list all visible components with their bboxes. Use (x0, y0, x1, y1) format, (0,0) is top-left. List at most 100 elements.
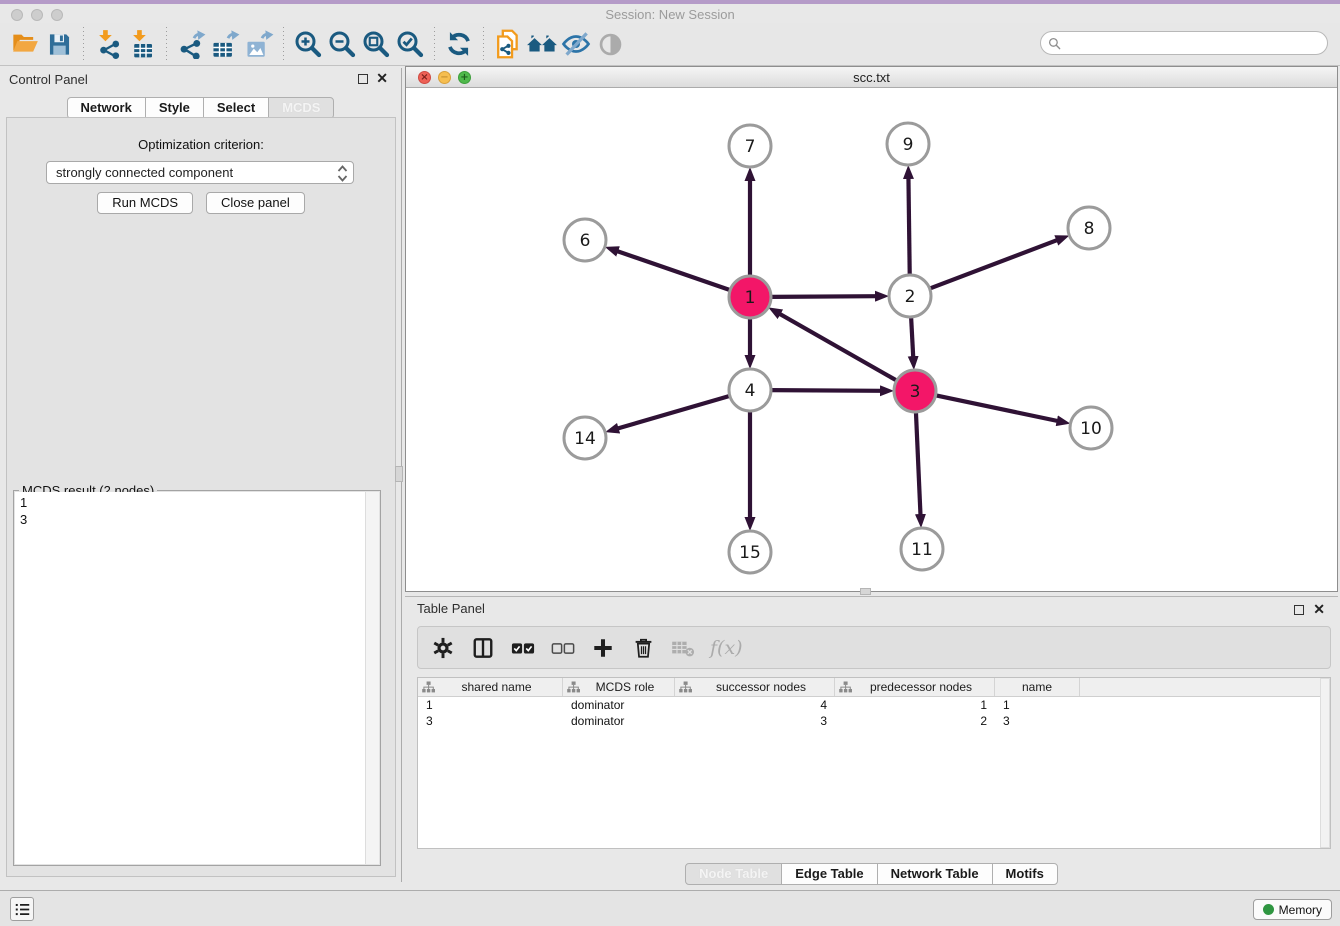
hide-panels-button[interactable] (559, 27, 593, 61)
mcds-tab-content: Optimization criterion: strongly connect… (6, 117, 396, 877)
table-scrollbar[interactable] (1320, 678, 1330, 848)
column-header-predecessor-nodes[interactable]: predecessor nodes (835, 678, 995, 696)
edge-2-to-8[interactable] (930, 240, 1058, 288)
search-field[interactable] (1040, 31, 1328, 55)
close-panel-button[interactable]: Close panel (206, 192, 305, 214)
tab-network-table[interactable]: Network Table (877, 863, 993, 885)
refresh-icon (445, 30, 473, 58)
result-scrollbar[interactable] (365, 492, 379, 864)
edge-3-to-10[interactable] (936, 395, 1058, 421)
trash-icon (633, 637, 654, 659)
search-input[interactable] (1066, 35, 1327, 52)
cell-MCDS-role: dominator (563, 713, 675, 729)
vertical-splitter-handle[interactable] (395, 466, 403, 482)
delete-table-button-disabled (670, 635, 696, 661)
graph-node-9[interactable]: 9 (887, 123, 929, 165)
graph-node-10[interactable]: 10 (1070, 407, 1112, 449)
graph-node-6[interactable]: 6 (564, 219, 606, 261)
edge-3-to-11[interactable] (916, 412, 921, 515)
graph-node-11[interactable]: 11 (901, 528, 943, 570)
graph-node-4[interactable]: 4 (729, 369, 771, 411)
status-bar: Memory (0, 890, 1340, 926)
refresh-network-button[interactable] (442, 27, 476, 61)
zoom-fit-button[interactable] (359, 27, 393, 61)
import-network-button[interactable] (91, 27, 125, 61)
edge-2-to-3[interactable] (911, 317, 913, 357)
tab-select[interactable]: Select (203, 97, 269, 119)
toolbar-separator (166, 27, 167, 61)
tab-node-table[interactable]: Node Table (685, 863, 782, 885)
cell-shared-name: 1 (418, 697, 563, 713)
show-all-networks-button[interactable] (525, 27, 559, 61)
column-header-successor-nodes[interactable]: successor nodes (675, 678, 835, 696)
tab-style[interactable]: Style (145, 97, 204, 119)
delete-column-button[interactable] (630, 635, 656, 661)
graph-node-14[interactable]: 14 (564, 417, 606, 459)
svg-text:11: 11 (911, 540, 933, 560)
export-network-button[interactable] (174, 27, 208, 61)
task-history-button[interactable] (10, 897, 34, 921)
view-mode-button[interactable] (593, 27, 627, 61)
table-settings-button[interactable] (430, 635, 456, 661)
column-type-icon (839, 681, 852, 693)
open-session-button[interactable] (8, 27, 42, 61)
edge-3-to-1[interactable] (780, 314, 897, 381)
graph-node-7[interactable]: 7 (729, 125, 771, 167)
float-table-panel-icon[interactable] (1294, 605, 1304, 615)
tab-network[interactable]: Network (67, 97, 146, 119)
network-window-titlebar[interactable]: × − + scc.txt (406, 67, 1337, 88)
export-network-icon (176, 29, 206, 59)
memory-button[interactable]: Memory (1253, 899, 1332, 920)
graph-node-8[interactable]: 8 (1068, 207, 1110, 249)
tab-edge-table[interactable]: Edge Table (781, 863, 877, 885)
show-columns-button[interactable] (470, 635, 496, 661)
column-header-MCDS-role[interactable]: MCDS role (563, 678, 675, 696)
table-toolbar: f(x) (417, 626, 1331, 669)
graph-node-15[interactable]: 15 (729, 531, 771, 573)
mcds-result-text[interactable]: 1 3 (15, 492, 365, 864)
edge-1-to-2[interactable] (771, 296, 876, 297)
network-canvas[interactable]: 7 9 6 8 1 2 4 3 14 10 15 11 (406, 88, 1337, 591)
tab-motifs[interactable]: Motifs (992, 863, 1058, 885)
export-table-button[interactable] (208, 27, 242, 61)
task-list-icon (14, 901, 31, 918)
graph-node-1[interactable]: 1 (729, 276, 771, 318)
cell-shared-name: 3 (418, 713, 563, 729)
column-header-name[interactable]: name (995, 678, 1080, 696)
select-all-columns-button[interactable] (510, 635, 536, 661)
table-row[interactable]: 1dominator411 (418, 697, 1330, 713)
column-header-shared-name[interactable]: shared name (418, 678, 563, 696)
zoom-selected-button[interactable] (393, 27, 427, 61)
main-toolbar (0, 23, 1340, 66)
optimization-criterion-select[interactable]: strongly connected component (46, 161, 354, 184)
save-session-button[interactable] (42, 27, 76, 61)
close-table-panel-icon[interactable]: ✕ (1313, 601, 1325, 617)
export-image-button[interactable] (242, 27, 276, 61)
tab-mcds[interactable]: MCDS (268, 97, 334, 119)
memory-status-icon (1263, 904, 1274, 915)
create-column-button[interactable] (590, 635, 616, 661)
horizontal-splitter-handle[interactable] (860, 588, 871, 595)
export-image-icon (244, 29, 274, 59)
zoom-fit-icon (361, 29, 391, 59)
table-row[interactable]: 3dominator323 (418, 713, 1330, 729)
import-table-button[interactable] (125, 27, 159, 61)
run-mcds-button[interactable]: Run MCDS (97, 192, 193, 214)
svg-text:10: 10 (1080, 419, 1102, 439)
edge-2-to-9[interactable] (908, 178, 909, 275)
clone-network-button[interactable] (491, 27, 525, 61)
floppy-disk-icon (46, 31, 73, 58)
zoom-out-button[interactable] (325, 27, 359, 61)
edge-1-to-6[interactable] (617, 251, 730, 290)
zoom-in-button[interactable] (291, 27, 325, 61)
edge-4-to-14[interactable] (618, 396, 730, 429)
graph-node-2[interactable]: 2 (889, 275, 931, 317)
toolbar-separator (483, 27, 484, 61)
deselect-all-columns-button[interactable] (550, 635, 576, 661)
column-type-icon (567, 681, 580, 693)
float-panel-icon[interactable] (358, 74, 368, 84)
application-window: Session: New Session (0, 0, 1340, 926)
edge-4-to-3[interactable] (771, 390, 881, 391)
graph-node-3[interactable]: 3 (894, 370, 936, 412)
close-panel-icon[interactable]: ✕ (376, 70, 388, 86)
